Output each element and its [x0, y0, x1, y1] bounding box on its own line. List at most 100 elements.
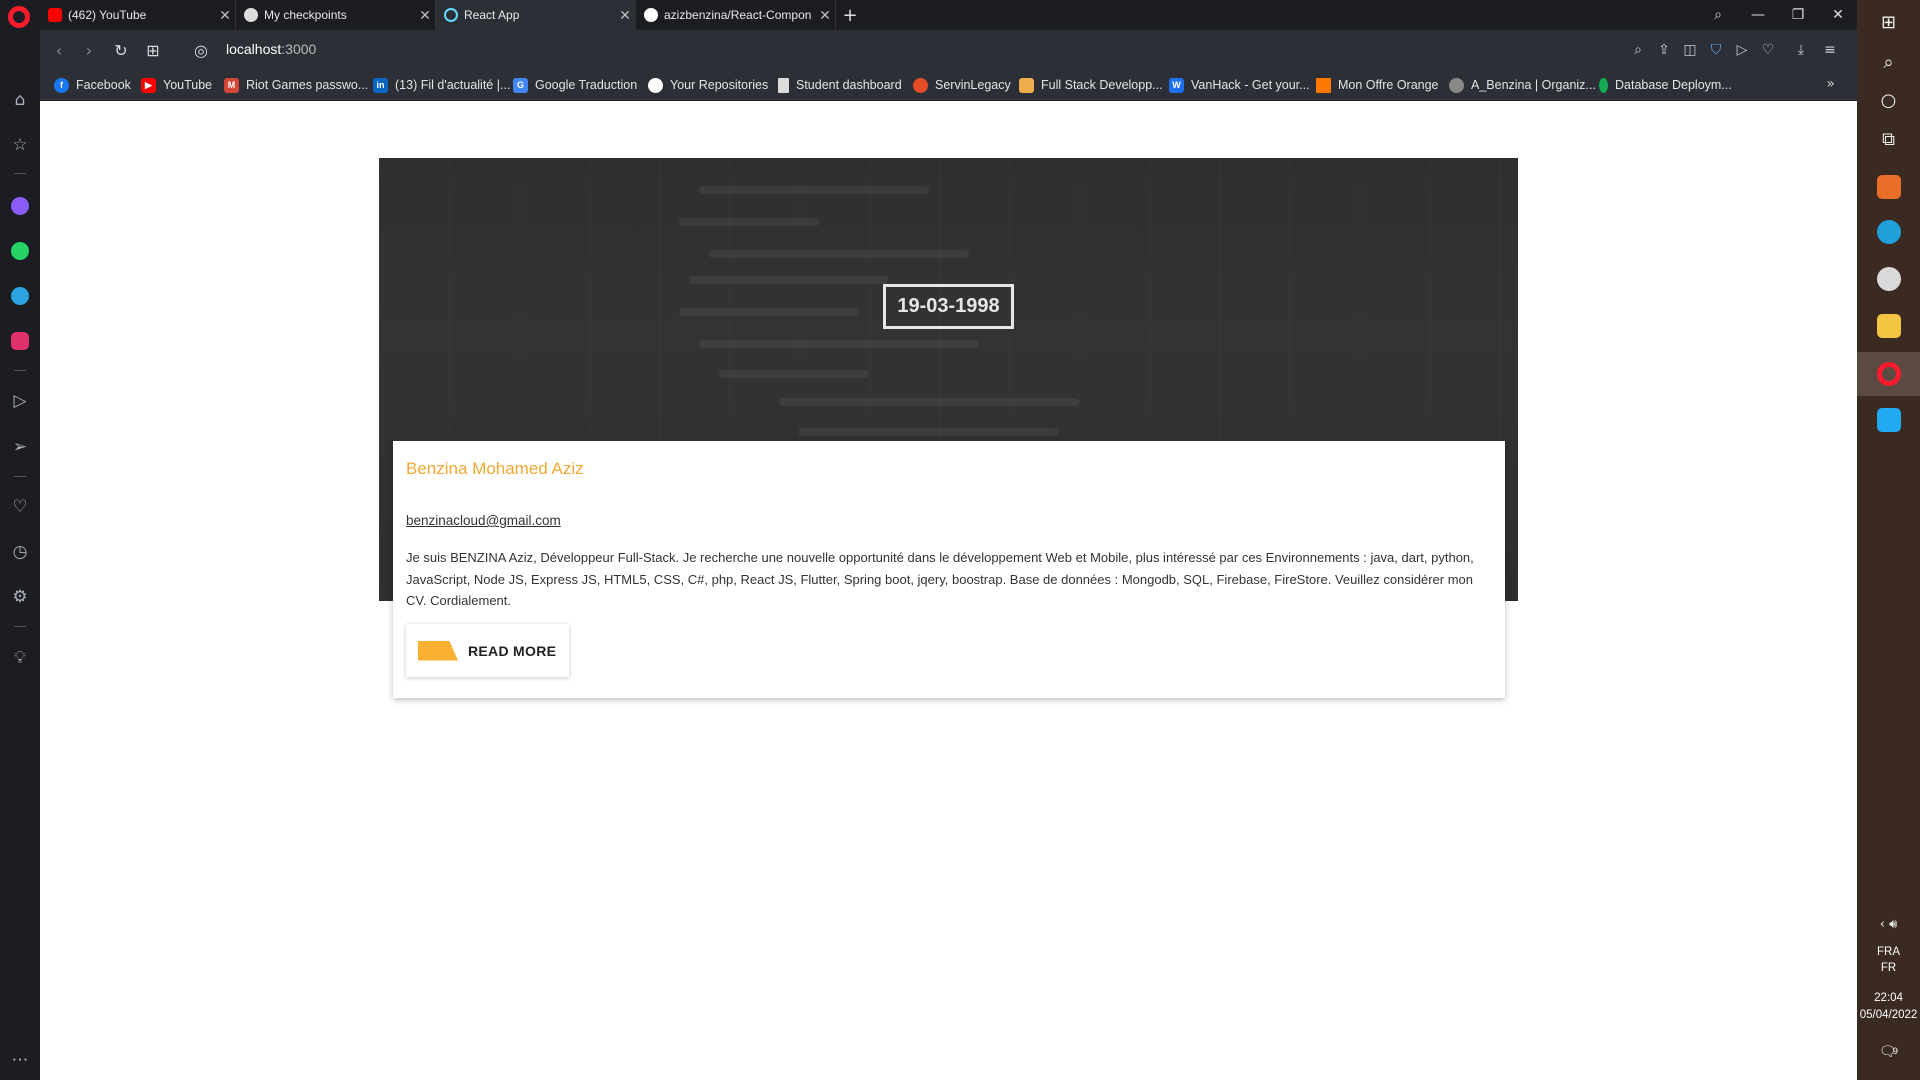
player-icon[interactable]: ▷ [0, 386, 40, 416]
bookmark-organization[interactable]: A_Benzina | Organiz... [1449, 76, 1596, 94]
vpn-shield-icon[interactable]: ⛉ [1703, 35, 1729, 65]
date-badge: 19-03-1998 [883, 284, 1014, 329]
reload-icon[interactable]: ↻ [106, 35, 136, 65]
bookmark-linkedin[interactable]: in (13) Fil d'actualité |... [373, 76, 510, 94]
bookmarks-icon[interactable]: ☆ [0, 130, 40, 160]
bookmark-repositories[interactable]: Your Repositories [648, 76, 768, 94]
sidebar-divider [14, 370, 26, 371]
task-view-icon[interactable]: ⧉ [1857, 117, 1920, 161]
code-line [679, 218, 819, 226]
bookmark-label: Facebook [76, 78, 131, 92]
bookmark-orange[interactable]: Mon Offre Orange [1316, 76, 1439, 94]
tab-my-checkpoints[interactable]: My checkpoints ✕ [236, 0, 436, 30]
send-icon[interactable]: ▷ [1729, 35, 1755, 65]
language-indicator[interactable]: FRA [1857, 944, 1920, 960]
telegram-icon[interactable] [0, 281, 40, 311]
flow-icon[interactable]: ➢ [0, 432, 40, 462]
github-favicon-icon [644, 8, 658, 22]
messenger-icon[interactable] [0, 191, 40, 221]
opera-logo[interactable] [8, 6, 30, 28]
bookmark-label: Riot Games passwo... [246, 78, 369, 92]
close-icon[interactable]: ✕ [615, 7, 635, 24]
bookmark-label: Mon Offre Orange [1338, 78, 1439, 92]
bookmark-student-dashboard[interactable]: Student dashboard [778, 76, 902, 94]
profile-bio: Je suis BENZINA Aziz, Développeur Full-S… [406, 550, 1474, 608]
code-line [699, 340, 979, 348]
read-more-button[interactable]: READ MORE [406, 624, 569, 677]
globe-favicon-icon [244, 8, 258, 22]
bookmark-database[interactable]: Database Deploym... [1599, 76, 1732, 94]
clock-time[interactable]: 22:04 [1857, 990, 1920, 1006]
volume-icon[interactable]: ‹ 🔊︎ [1857, 912, 1920, 936]
document-icon [778, 77, 789, 93]
tab-label: React App [464, 8, 520, 22]
page-viewport: 19-03-1998 Benzina Mohamed Aziz benzinac… [40, 101, 1857, 1080]
google-translate-icon: G [513, 77, 528, 93]
url-field[interactable]: localhost:3000 [226, 41, 316, 57]
history-icon[interactable]: ◷ [0, 537, 40, 567]
back-icon[interactable]: ‹ [44, 35, 74, 65]
app-launcher-icon[interactable] [1857, 165, 1920, 209]
download-icon[interactable]: ⤓ [1788, 35, 1814, 65]
bookmarks-overflow-icon[interactable]: » [1826, 76, 1835, 92]
windows-start-icon[interactable]: ⊞ [1857, 0, 1920, 44]
file-explorer-icon[interactable] [1857, 304, 1920, 348]
github-icon [648, 77, 663, 93]
easy-setup-icon[interactable]: ≡ [1817, 35, 1843, 65]
minimize-icon[interactable]: — [1738, 0, 1778, 30]
share-icon[interactable]: ⇪ [1651, 35, 1677, 65]
keyboard-layout[interactable]: FR [1857, 960, 1920, 976]
settings-gear-icon[interactable]: ⚙ [0, 582, 40, 612]
bookmark-servinlegacy[interactable]: ServinLegacy [913, 76, 1011, 94]
close-icon[interactable]: ✕ [815, 7, 835, 24]
close-icon[interactable]: ✕ [215, 7, 235, 24]
home-icon[interactable]: ⌂ [0, 85, 40, 115]
search-page-icon[interactable]: ⌕ [1625, 35, 1651, 65]
tab-label: My checkpoints [264, 8, 347, 22]
cortana-icon[interactable]: ○ [1857, 78, 1920, 122]
clock-date[interactable]: 05/04/2022 [1857, 1007, 1920, 1023]
site-info-icon[interactable]: ◎ [186, 35, 216, 65]
bookmark-heart-icon[interactable]: ♡ [1755, 35, 1781, 65]
more-icon[interactable]: ⋯ [0, 1045, 40, 1075]
address-bar: ‹ › ↻ ⊞ ◎ localhost:3000 ⌕ ⇪ ◫ ⛉ ▷ ♡ ⤓ ≡ [40, 30, 1857, 70]
mongodb-leaf-icon [1599, 77, 1608, 93]
bookmark-full-stack[interactable]: Full Stack Developp... [1019, 76, 1163, 94]
search-tabs-icon[interactable]: ⌕ [1698, 0, 1738, 30]
new-tab-button[interactable]: + [836, 0, 864, 30]
orange-icon [1316, 77, 1331, 93]
vscode-icon[interactable] [1857, 398, 1920, 442]
organization-icon [1449, 77, 1464, 93]
window-close-icon[interactable]: ✕ [1818, 0, 1858, 30]
speed-dial-icon[interactable]: ⊞ [138, 35, 168, 65]
forward-icon[interactable]: › [74, 35, 104, 65]
bookmark-google-translate[interactable]: G Google Traduction [513, 76, 637, 94]
profile-email-link[interactable]: benzinacloud@gmail.com [406, 513, 561, 528]
edge-icon[interactable] [1857, 210, 1920, 254]
instagram-icon[interactable] [0, 326, 40, 356]
restore-icon[interactable]: ❐ [1778, 0, 1818, 30]
notification-icon[interactable]: 🗨︎ 9 [1857, 1030, 1920, 1074]
code-line [679, 308, 859, 316]
bookmark-label: Student dashboard [796, 78, 902, 92]
tab-youtube[interactable]: (462) YouTube ✕ [40, 0, 236, 30]
bookmark-vanhack[interactable]: W VanHack - Get your... [1169, 76, 1310, 94]
code-line [799, 428, 1059, 436]
lightbulb-icon[interactable]: 💡︎ [0, 643, 40, 673]
close-icon[interactable]: ✕ [415, 7, 435, 24]
code-line [779, 398, 1079, 406]
tab-github[interactable]: azizbenzina/React-Compon ✕ [636, 0, 836, 30]
notification-count: 9 [1892, 1047, 1899, 1057]
whatsapp-icon[interactable] [0, 236, 40, 266]
bookmark-label: Your Repositories [670, 78, 769, 92]
youtube-favicon-icon [48, 8, 62, 22]
bookmark-youtube[interactable]: ▶ YouTube [141, 76, 212, 94]
bookmark-label: Google Traduction [535, 78, 638, 92]
snapshot-icon[interactable]: ◫ [1677, 35, 1703, 65]
bookmark-riot-games[interactable]: M Riot Games passwo... [224, 76, 368, 94]
heart-icon[interactable]: ♡ [0, 492, 40, 522]
opera-taskbar-icon[interactable] [1857, 352, 1920, 396]
bookmark-facebook[interactable]: f Facebook [54, 76, 131, 94]
paint-icon[interactable] [1857, 257, 1920, 301]
tab-react-app[interactable]: React App ✕ [436, 0, 636, 30]
